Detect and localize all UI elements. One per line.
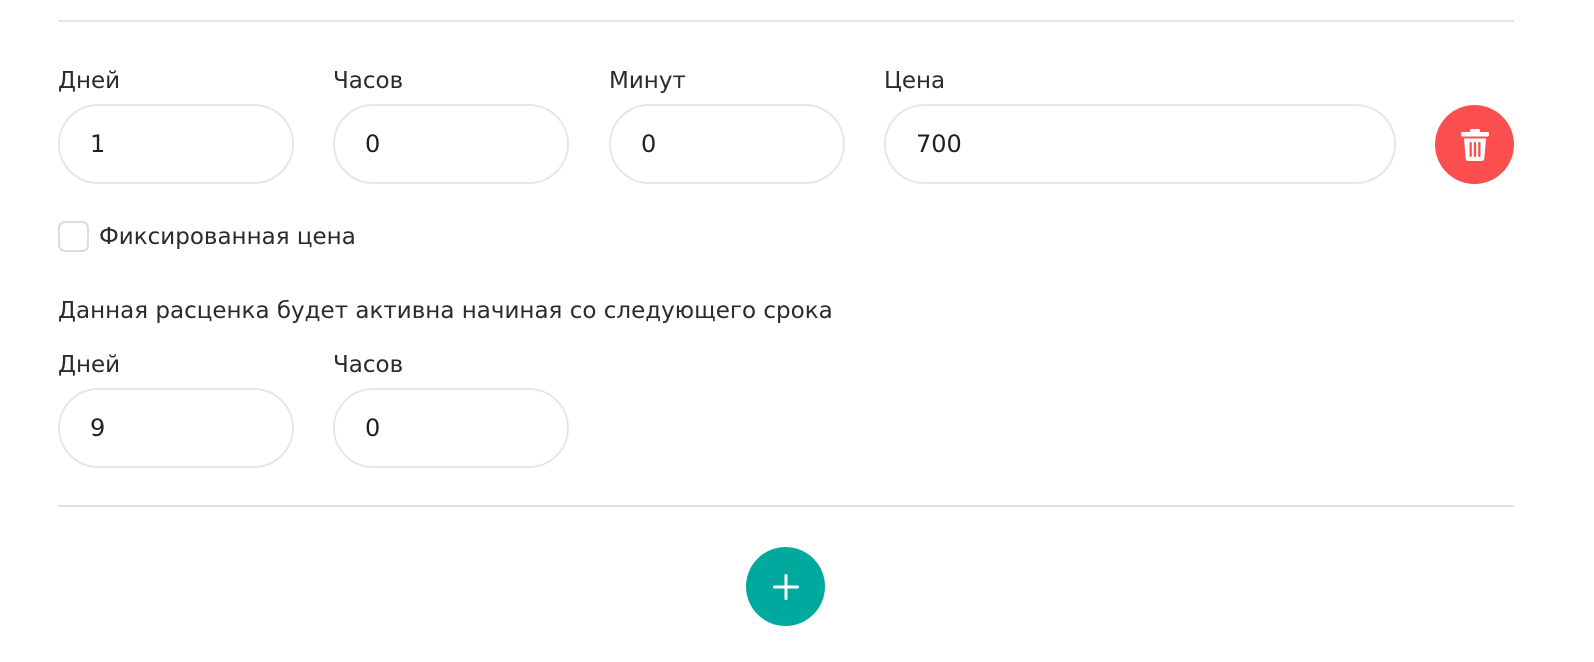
- price-field[interactable]: [884, 104, 1396, 184]
- days-field[interactable]: [58, 104, 294, 184]
- add-button[interactable]: [746, 547, 825, 626]
- plus-icon: [772, 573, 799, 600]
- trash-icon: [1460, 128, 1489, 161]
- days-input[interactable]: [60, 106, 292, 182]
- activation-days-input[interactable]: [60, 390, 292, 466]
- days-label: Дней: [58, 68, 121, 94]
- delete-button[interactable]: [1435, 105, 1514, 184]
- price-label: Цена: [884, 68, 946, 94]
- minutes-field[interactable]: [609, 104, 845, 184]
- minutes-label: Минут: [609, 68, 686, 94]
- hours-input[interactable]: [335, 106, 567, 182]
- price-input[interactable]: [886, 106, 1394, 182]
- minutes-input[interactable]: [611, 106, 843, 182]
- activation-hours-label: Часов: [333, 352, 404, 378]
- activation-days-label: Дней: [58, 352, 121, 378]
- hours-label: Часов: [333, 68, 404, 94]
- top-divider: [58, 20, 1514, 22]
- activation-days-field[interactable]: [58, 388, 294, 468]
- activation-hours-input[interactable]: [335, 390, 567, 466]
- fixed-price-checkbox[interactable]: [58, 221, 89, 252]
- fixed-price-label[interactable]: Фиксированная цена: [99, 223, 356, 251]
- bottom-divider: [58, 505, 1514, 507]
- activation-hours-field[interactable]: [333, 388, 569, 468]
- hours-field[interactable]: [333, 104, 569, 184]
- activation-description: Данная расценка будет активна начиная со…: [58, 298, 833, 324]
